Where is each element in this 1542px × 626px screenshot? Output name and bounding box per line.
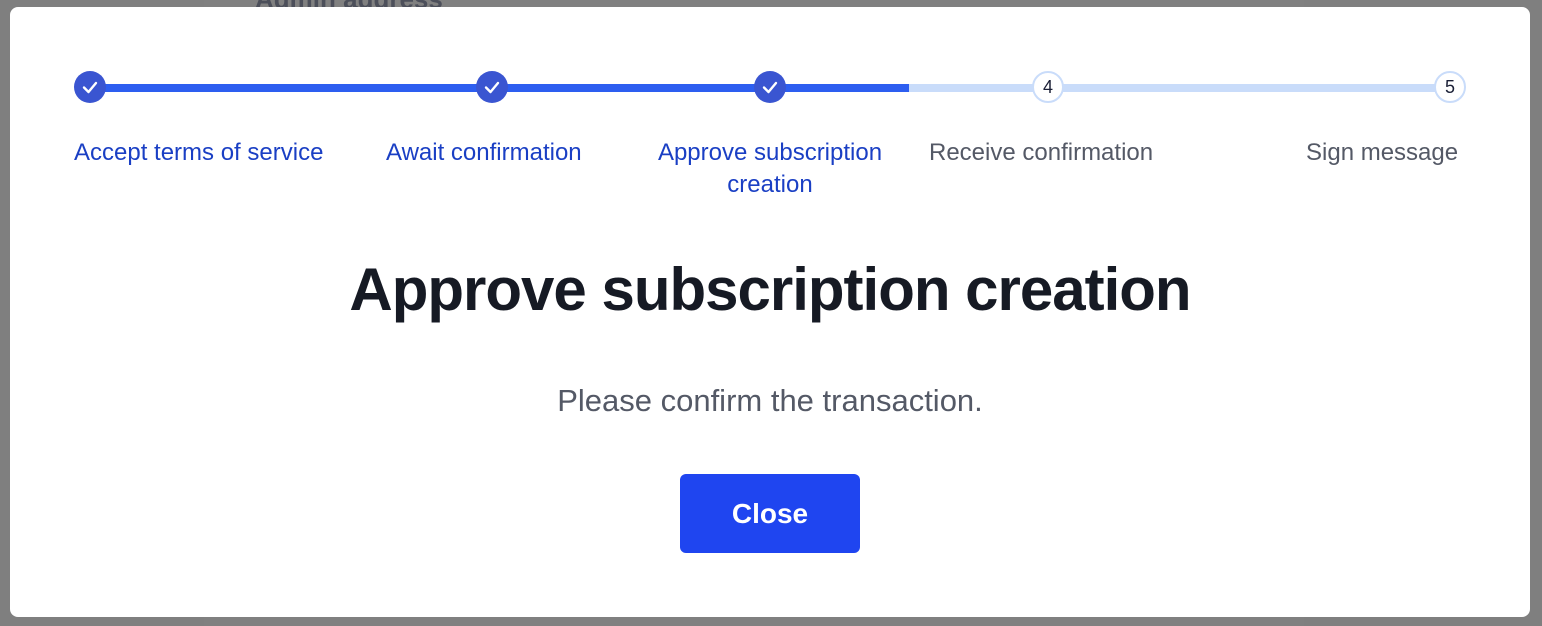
step-4-number: 4	[1032, 71, 1064, 103]
step-5-number: 5	[1434, 71, 1466, 103]
step-3-label: Approve subscription creation	[657, 139, 883, 198]
dialog-message: Please confirm the transaction.	[557, 383, 983, 418]
step-1-label: Accept terms of service	[74, 139, 324, 166]
dialog-title: Approve subscription creation	[349, 256, 1191, 323]
step-5-label: Sign message	[1306, 139, 1459, 166]
stepper-track-3-4	[909, 84, 1048, 92]
stepper-track-1-2	[90, 84, 492, 92]
transaction-modal: 4 5 Accept terms of service Await confir…	[10, 7, 1530, 617]
step-3-check-icon	[754, 71, 786, 103]
step-1-check-icon	[74, 71, 106, 103]
step-2-check-icon	[476, 71, 508, 103]
stepper-track-4-5	[1048, 84, 1450, 92]
stepper-track-2-3	[492, 84, 770, 92]
stepper-track-3-progress	[770, 84, 909, 92]
close-button[interactable]: Close	[680, 474, 860, 553]
step-4-label: Receive confirmation	[929, 139, 1154, 166]
step-2-label: Await confirmation	[386, 139, 582, 166]
